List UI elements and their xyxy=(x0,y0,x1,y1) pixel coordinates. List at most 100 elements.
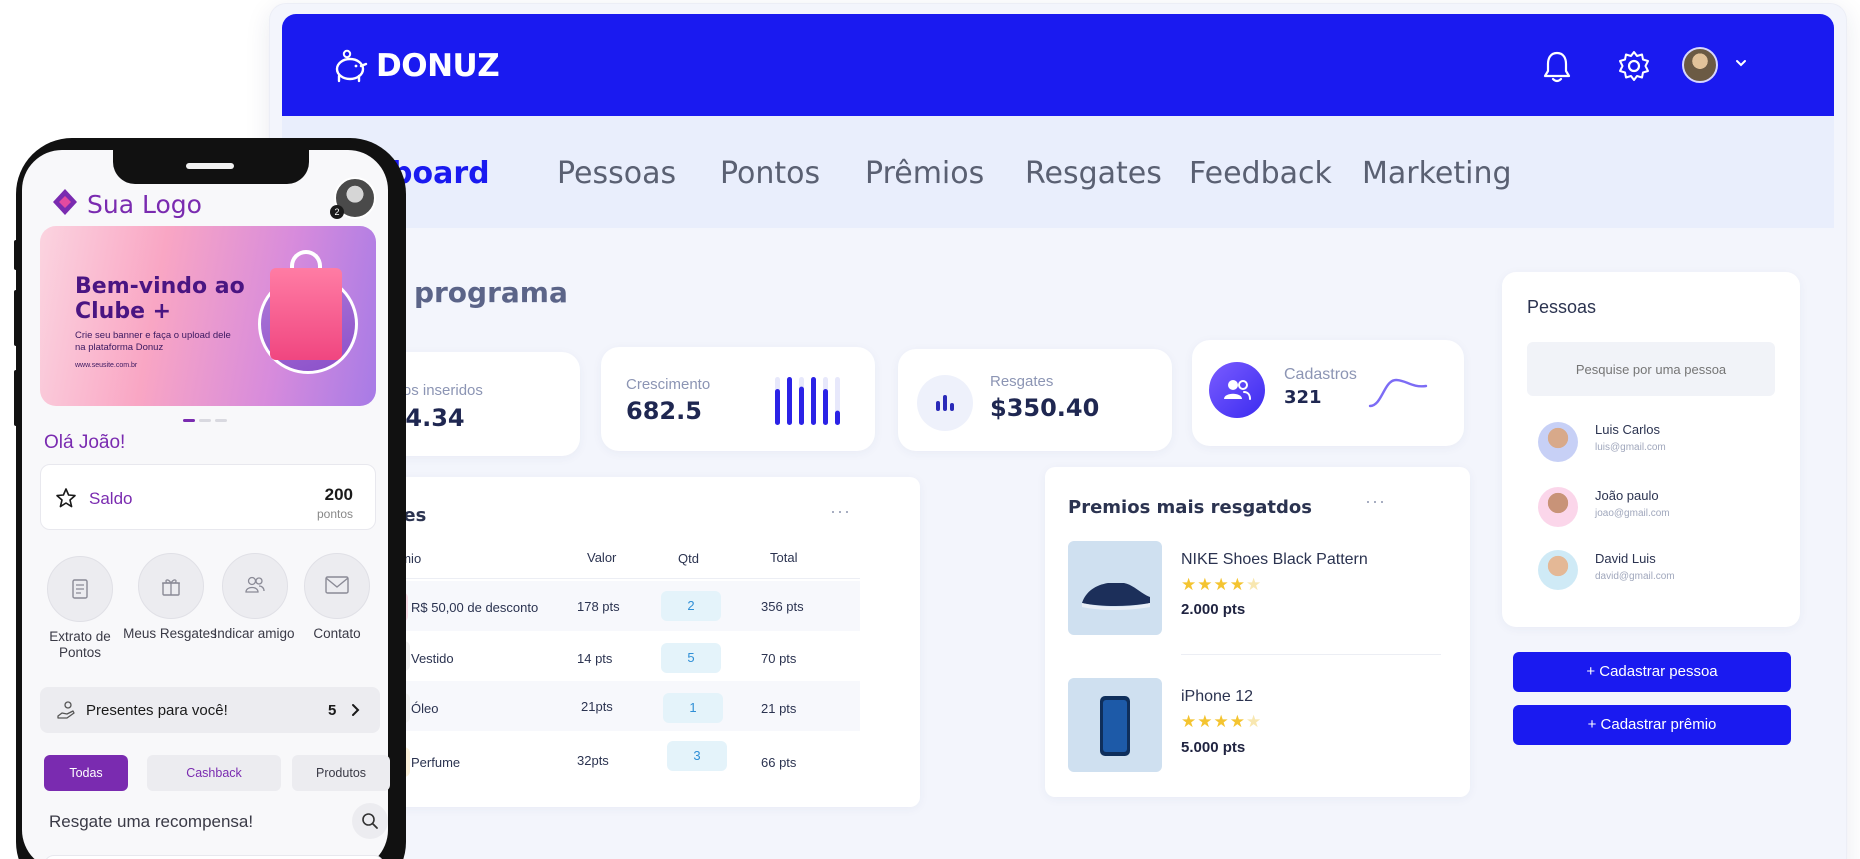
bell-icon[interactable] xyxy=(1542,50,1572,84)
person-email: joao@gmail.com xyxy=(1595,508,1670,519)
person-name[interactable]: David Luis xyxy=(1595,551,1656,566)
person-name[interactable]: João paulo xyxy=(1595,488,1659,503)
growth-bar-chart xyxy=(775,377,840,425)
quick-action-label: Meus Resgates xyxy=(123,626,217,641)
people-title: Pessoas xyxy=(1527,297,1597,317)
gift-icon xyxy=(162,579,180,596)
growth-bar xyxy=(823,389,828,425)
col-valor: Valor xyxy=(587,550,617,565)
gifts-count: 5 xyxy=(328,702,337,719)
more-icon[interactable]: ··· xyxy=(1365,491,1386,512)
top-bar: DONUZ xyxy=(282,14,1834,116)
balance-unit: pontos xyxy=(316,507,353,521)
carousel-dots[interactable] xyxy=(183,419,227,422)
stat-label: Crescimento xyxy=(626,376,711,393)
tab-premios[interactable]: Prêmios xyxy=(865,156,984,191)
row-premio: Vestido xyxy=(411,651,454,666)
avatar xyxy=(1538,487,1578,527)
row-total: 21 pts xyxy=(761,701,797,716)
quick-action-label: Contato xyxy=(313,626,361,641)
tab-marketing[interactable]: Marketing xyxy=(1362,156,1512,191)
table-row[interactable]: 3 Vestido 14 pts 5 70 pts xyxy=(330,631,860,681)
prize-points: 5.000 pts xyxy=(1181,739,1246,756)
chip-produtos[interactable]: Produtos xyxy=(292,755,390,791)
row-total: 66 pts xyxy=(761,755,797,770)
prize-name: iPhone 12 xyxy=(1181,688,1254,705)
stat-label: Cadastros xyxy=(1284,366,1357,383)
row-total: 70 pts xyxy=(761,651,797,666)
qty-badge: 3 xyxy=(667,741,727,771)
stat-value: $350.40 xyxy=(990,394,1100,422)
person-name[interactable]: Luis Carlos xyxy=(1595,422,1660,437)
table-row[interactable]: 2 Óleo 21pts 1 21 pts xyxy=(330,681,860,731)
rating-stars: ★★★★★ xyxy=(1181,575,1263,594)
phone-notch xyxy=(113,138,309,184)
chip-cashback[interactable]: Cashback xyxy=(147,755,281,791)
tab-pontos[interactable]: Pontos xyxy=(720,156,820,191)
row-total: 356 pts xyxy=(761,599,804,614)
brand-logo-text[interactable]: Sua Logo xyxy=(87,190,202,219)
hand-gift-icon xyxy=(57,701,75,719)
welcome-banner[interactable]: Bem-vindo ao Clube + Crie seu banner e f… xyxy=(40,226,376,406)
banner-title: Bem-vindo ao Clube + xyxy=(75,274,245,324)
top-prizes-title: Premios mais resgatdos xyxy=(1068,497,1313,518)
tab-feedback[interactable]: Feedback xyxy=(1189,156,1332,191)
divider xyxy=(1181,654,1441,655)
chart-icon xyxy=(936,395,954,411)
stat-card-resgates: Resgates $350.40 xyxy=(898,349,1172,451)
gear-icon[interactable] xyxy=(1618,50,1650,82)
row-premio: Perfume xyxy=(411,755,461,770)
tab-resgates[interactable]: Resgates xyxy=(1025,156,1162,191)
add-prize-button[interactable]: + Cadastrar prêmio xyxy=(1513,705,1791,745)
row-valor: 178 pts xyxy=(577,599,620,614)
prize-image-shoe xyxy=(1068,541,1162,635)
person-email: david@gmail.com xyxy=(1595,571,1675,582)
prize-image-iphone xyxy=(1068,678,1162,772)
banner-url: www.seusite.com.br xyxy=(75,362,138,369)
add-person-button[interactable]: + Cadastrar pessoa xyxy=(1513,652,1791,692)
people-search-input[interactable] xyxy=(1527,342,1775,396)
user-avatar[interactable] xyxy=(1682,47,1718,83)
qty-badge: 2 xyxy=(661,591,721,621)
redemptions-card: resgates ··· Prêmio Valor Qtd Total 4 R$… xyxy=(330,477,920,807)
app-logo[interactable]: DONUZ xyxy=(332,48,500,84)
row-premio: Óleo xyxy=(411,701,439,716)
stat-card-cadastros: Cadastros 321 xyxy=(1192,340,1464,446)
divider xyxy=(330,578,860,579)
growth-bar xyxy=(787,377,792,425)
balance-value: 200 xyxy=(324,485,353,504)
prize-points: 2.000 pts xyxy=(1181,601,1246,618)
shopping-bag-icon xyxy=(270,268,342,360)
qty-badge: 5 xyxy=(661,643,721,673)
people-card: Pessoas Luis Carlos luis@gmail.com João … xyxy=(1502,272,1800,627)
prize-name: NIKE Shoes Black Pattern xyxy=(1181,551,1368,568)
row-premio: R$ 50,00 de desconto xyxy=(411,600,539,615)
brand-logo-icon xyxy=(53,189,77,215)
phone-side-button xyxy=(14,240,18,270)
users-icon xyxy=(1224,380,1251,400)
reward-card[interactable] xyxy=(44,855,384,859)
col-qtd: Qtd xyxy=(678,551,699,566)
person-email: luis@gmail.com xyxy=(1595,442,1666,453)
stat-card-crescimento: Crescimento 682.5 xyxy=(601,347,875,451)
chip-todas[interactable]: Todas xyxy=(44,755,128,791)
gifts-banner[interactable]: Presentes para você! 5 xyxy=(40,687,380,733)
rating-stars: ★★★★★ xyxy=(1181,712,1263,731)
growth-bar xyxy=(811,377,816,425)
balance-card[interactable]: Saldo 200 pontos xyxy=(40,464,376,530)
table-row[interactable]: 4 R$ 50,00 de desconto 178 pts 2 356 pts xyxy=(330,581,860,631)
tab-dashboard[interactable]: board xyxy=(391,156,490,191)
table-row[interactable]: 1 Perfume 32pts 3 66 pts xyxy=(330,731,860,787)
row-valor: 32pts xyxy=(577,753,609,768)
search-button[interactable] xyxy=(352,803,388,839)
notification-badge: 2 xyxy=(330,205,344,219)
chevron-down-icon[interactable] xyxy=(1735,59,1747,67)
users-icon xyxy=(245,576,265,593)
more-icon[interactable]: ··· xyxy=(830,501,851,522)
tab-pessoas[interactable]: Pessoas xyxy=(557,156,676,191)
row-valor: 21pts xyxy=(581,699,613,714)
growth-bar xyxy=(775,389,780,425)
top-prizes-card: Premios mais resgatdos ··· NIKE Shoes Bl… xyxy=(1045,467,1470,797)
redeem-title: Resgate uma recompensa! xyxy=(49,812,254,831)
document-icon xyxy=(72,579,88,599)
